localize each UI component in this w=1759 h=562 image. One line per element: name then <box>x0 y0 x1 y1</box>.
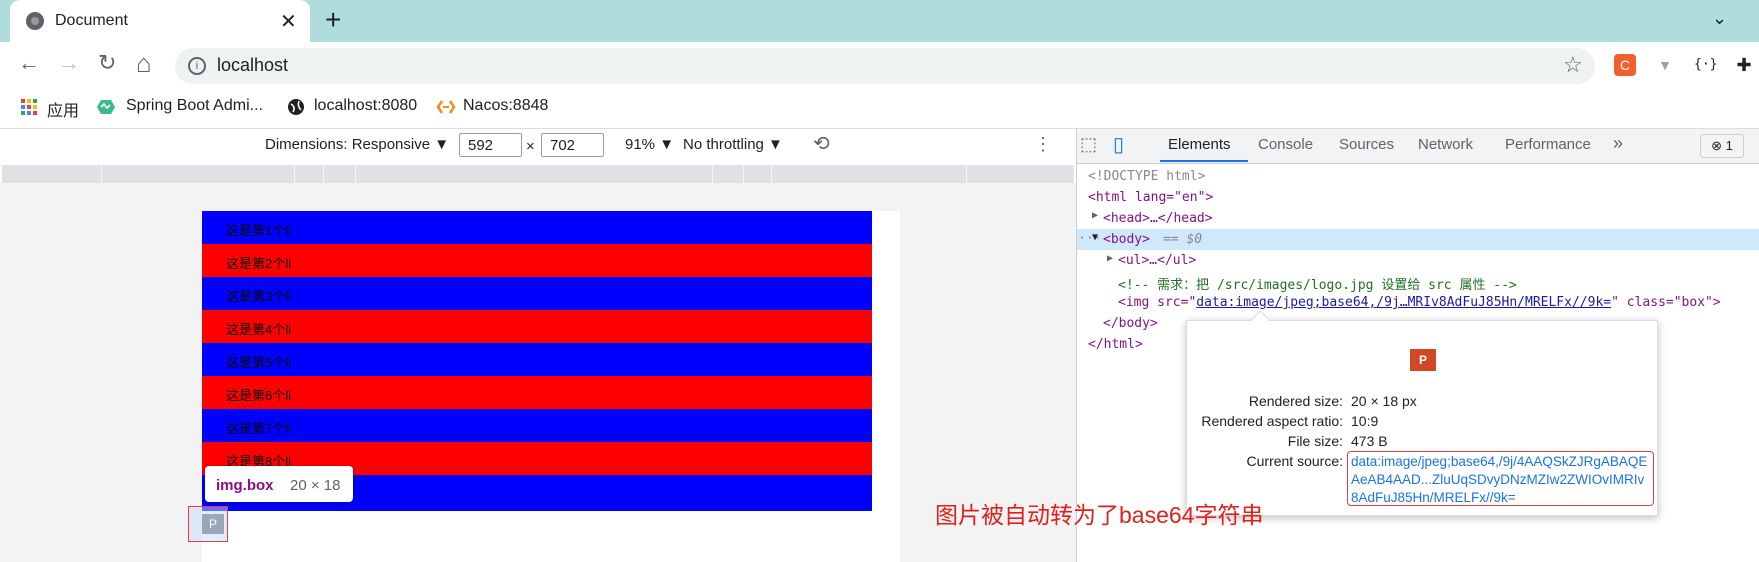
address-bar[interactable] <box>175 48 1595 84</box>
media-query-ruler[interactable] <box>2 165 1074 183</box>
nacos-icon <box>436 98 456 116</box>
collapse-arrow-icon[interactable]: ▼ <box>1092 232 1098 243</box>
tab-elements[interactable]: Elements <box>1168 136 1231 153</box>
dom-img-row[interactable]: <img src="data:image/jpeg;base64,/9j…MRI… <box>1118 295 1721 310</box>
list-item: 这是第1个li <box>202 211 872 244</box>
aspect-ratio-label: Rendered aspect ratio: <box>1201 413 1343 429</box>
list-item: 这是第2个li <box>202 244 872 277</box>
dom-html-close[interactable]: </html> <box>1088 337 1143 352</box>
dom-html-open[interactable]: <html lang="en"> <box>1088 190 1213 205</box>
list-item: 这是第5个li <box>202 343 872 376</box>
more-options-icon[interactable]: ⋮ <box>1034 134 1052 155</box>
home-button[interactable]: ⌂ <box>136 48 152 79</box>
tooltip-size: 20 × 18 <box>290 477 341 494</box>
list-item: 这是第6个li <box>202 376 872 409</box>
bookmark-nacos[interactable]: Nacos:8848 <box>463 97 548 115</box>
dom-img-open: <img src=" <box>1118 295 1197 310</box>
expand-arrow-icon[interactable]: ▶ <box>1107 253 1113 264</box>
bookmarks-bar <box>0 90 1759 129</box>
dom-img-close: " class="box"> <box>1611 295 1721 310</box>
apps-grid-icon <box>20 98 38 116</box>
zoom-dropdown[interactable]: 91% ▼ <box>625 136 674 153</box>
tab-sources[interactable]: Sources <box>1339 136 1394 153</box>
json-extension-icon[interactable]: {·} <box>1694 54 1717 76</box>
spring-boot-admin-icon <box>96 98 115 116</box>
list-item: 这是第7个li <box>202 409 872 442</box>
viewport-width-input[interactable]: 592 <box>459 133 522 157</box>
aspect-ratio-value: 10:9 <box>1351 413 1379 429</box>
ruler-tick <box>355 165 356 183</box>
list-item: 这是第3个li <box>202 277 872 310</box>
dimension-times: × <box>526 138 535 155</box>
device-toggle-icon[interactable]: ▯ <box>1113 132 1124 157</box>
ruler-tick <box>101 165 102 183</box>
globe-icon <box>26 12 44 30</box>
forward-button[interactable]: → <box>58 50 80 76</box>
bookmark-apps[interactable]: 应用 <box>47 97 79 121</box>
bookmark-spring-boot-admin[interactable]: Spring Boot Admi... <box>126 97 263 115</box>
back-button[interactable]: ← <box>18 50 40 76</box>
active-tab-indicator <box>1160 160 1248 162</box>
current-source-label: Current source: <box>1246 453 1343 469</box>
close-tab-icon[interactable]: ✕ <box>280 9 297 34</box>
powerpoint-image-icon: P <box>1410 349 1436 371</box>
dom-body-close[interactable]: </body> <box>1103 316 1158 331</box>
new-tab-button[interactable]: + <box>325 4 341 36</box>
dimensions-dropdown[interactable]: Dimensions: Responsive ▼ <box>265 136 449 153</box>
tooltip-selector: img.box <box>216 477 274 494</box>
ruler-tick <box>771 165 772 183</box>
file-size-label: File size: <box>1287 433 1343 449</box>
annotation-text: 图片被自动转为了base64字符串 <box>935 502 1264 528</box>
more-tabs-icon[interactable]: » <box>1613 133 1623 154</box>
rendered-size-value: 20 × 18 px <box>1351 393 1417 409</box>
dom-body-open[interactable]: <body> <box>1103 232 1150 247</box>
url-text[interactable]: localhost <box>217 55 288 76</box>
ruler-tick <box>294 165 295 183</box>
tab-network[interactable]: Network <box>1418 136 1473 153</box>
page-image-icon: P <box>202 514 224 534</box>
list-item: 这是第4个li <box>202 310 872 343</box>
bookmark-star-icon[interactable]: ☆ <box>1563 52 1583 78</box>
error-count-badge[interactable]: ⊗ 1 <box>1700 134 1744 158</box>
expand-arrow-icon[interactable]: ▶ <box>1092 210 1098 221</box>
ruler-tick <box>323 165 324 183</box>
tab-performance[interactable]: Performance <box>1505 136 1591 153</box>
dom-selected-ref: == $0 <box>1163 232 1203 247</box>
puzzle-extension-icon[interactable]: ✚ <box>1733 54 1755 76</box>
reload-button[interactable]: ↻ <box>98 50 116 76</box>
dom-comment[interactable]: <!-- 需求：把 /src/images/logo.jpg 设置给 src 属… <box>1118 274 1517 293</box>
ruler-tick <box>966 165 967 183</box>
bookmark-localhost-8080[interactable]: localhost:8080 <box>314 97 417 115</box>
dom-doctype[interactable]: <!DOCTYPE html> <box>1088 169 1205 184</box>
tab-title: Document <box>55 12 128 29</box>
globe-icon <box>287 98 305 116</box>
rotate-icon[interactable]: ⟲ <box>813 131 830 156</box>
site-info-icon[interactable]: i <box>188 57 206 75</box>
v-extension-icon[interactable]: ▼ <box>1654 54 1676 76</box>
device-toolbar <box>0 129 1076 163</box>
ruler-tick <box>712 165 713 183</box>
dom-ul[interactable]: <ul>…</ul> <box>1118 253 1196 268</box>
rendered-size-label: Rendered size: <box>1248 393 1343 409</box>
current-source-value[interactable]: data:image/jpeg;base64,/9j/4AAQSkZJRgABA… <box>1351 453 1651 507</box>
tab-console[interactable]: Console <box>1258 136 1313 153</box>
viewport-height-input[interactable]: 702 <box>541 133 604 157</box>
c-extension-icon[interactable]: C <box>1614 54 1636 76</box>
dom-head[interactable]: <head>…</head> <box>1103 211 1213 226</box>
ruler-tick <box>743 165 744 183</box>
file-size-value: 473 B <box>1351 433 1388 449</box>
dom-img-src-link[interactable]: data:image/jpeg;base64,/9j…MRIv8AdFuJ85H… <box>1196 295 1611 310</box>
throttling-dropdown[interactable]: No throttling ▼ <box>683 136 783 153</box>
inspect-element-icon[interactable]: ⬚ <box>1080 134 1097 155</box>
tab-search-chevron-icon[interactable]: ⌄ <box>1712 8 1727 29</box>
